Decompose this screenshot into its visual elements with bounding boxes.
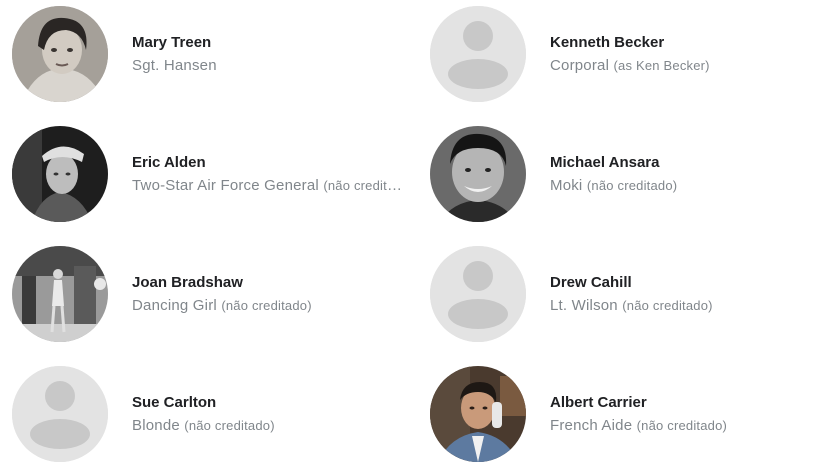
credit-note: (não creditado) [622, 297, 713, 313]
actor-name: Eric Alden [132, 153, 206, 171]
credit-note: (não creditado) [586, 177, 678, 193]
cast-card-joan-bradshaw[interactable]: Joan Bradshaw Dancing Girl (não creditad… [12, 246, 412, 342]
character-name: Two-Star Air Force General (não creditad… [132, 176, 402, 196]
character-name: French Aide (não creditado) [550, 416, 728, 434]
character-name: Sgt. Hansen [132, 56, 217, 74]
actor-photo [12, 126, 108, 222]
character-name: Dancing Girl (não creditado) [132, 296, 312, 314]
cast-card-drew-cahill[interactable]: Drew Cahill Lt. Wilson (não creditado) [430, 246, 827, 342]
actor-name: Mary Treen [132, 33, 212, 51]
actor-name: Michael Ansara [550, 153, 660, 171]
credit-note: (não creditado) [636, 417, 728, 433]
cast-grid: Mary Treen Sgt. Hansen Kenneth Becker Co… [0, 0, 827, 473]
cast-card-michael-ansara[interactable]: Michael Ansara Moki (não creditado) [430, 126, 827, 222]
person-placeholder-icon [430, 6, 526, 102]
actor-name: Sue Carlton [132, 393, 217, 411]
actor-photo [12, 6, 108, 102]
actor-name: Drew Cahill [550, 273, 632, 291]
credit-note: (não creditado) [184, 417, 275, 433]
person-placeholder-icon [430, 246, 526, 342]
credit-note: (as Ken Becker) [613, 57, 710, 73]
cast-card-mary-treen[interactable]: Mary Treen Sgt. Hansen [12, 6, 412, 102]
credit-note: (não creditado) [323, 177, 402, 193]
character-name: Corporal (as Ken Becker) [550, 56, 710, 74]
cast-card-sue-carlton[interactable]: Sue Carlton Blonde (não creditado) [12, 366, 412, 462]
actor-name: Albert Carrier [550, 393, 647, 411]
character-name: Moki (não creditado) [550, 176, 678, 194]
actor-photo [12, 246, 108, 342]
actor-name: Joan Bradshaw [132, 273, 243, 291]
cast-card-kenneth-becker[interactable]: Kenneth Becker Corporal (as Ken Becker) [430, 6, 827, 102]
actor-photo [430, 126, 526, 222]
credit-note: (não creditado) [221, 297, 312, 313]
cast-card-albert-carrier[interactable]: Albert Carrier French Aide (não creditad… [430, 366, 827, 462]
person-placeholder-icon [12, 366, 108, 462]
cast-card-eric-alden[interactable]: Eric Alden Two-Star Air Force General (n… [12, 126, 412, 222]
actor-name: Kenneth Becker [550, 33, 665, 51]
character-name: Blonde (não creditado) [132, 416, 275, 434]
character-name: Lt. Wilson (não creditado) [550, 296, 713, 314]
actor-photo [430, 366, 526, 462]
